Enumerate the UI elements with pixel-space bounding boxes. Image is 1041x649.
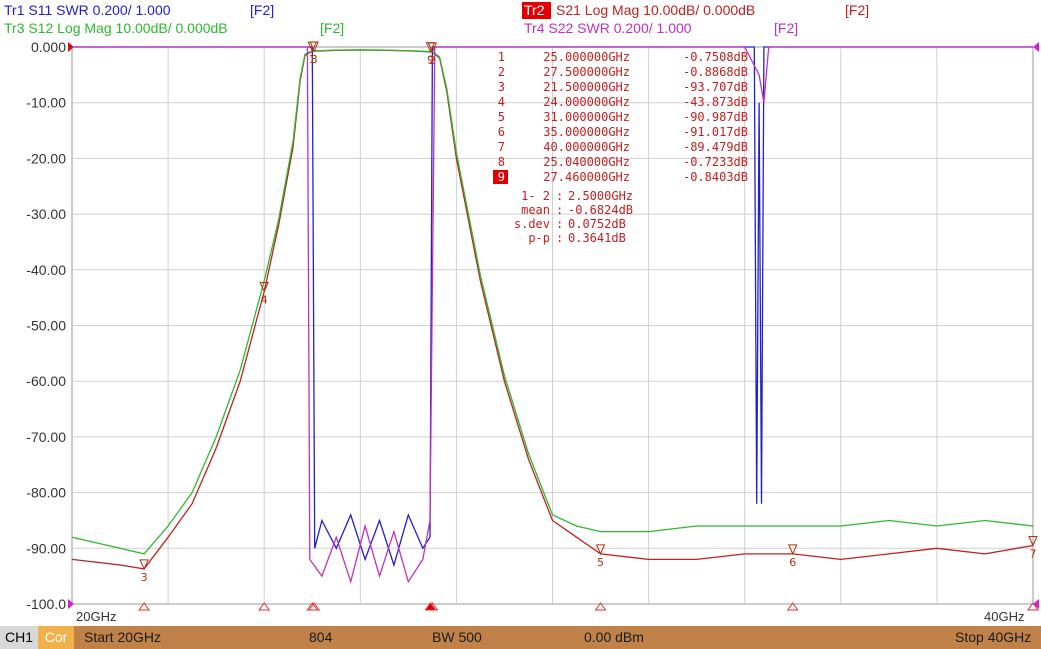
marker-table-frequency: 24.000000GHz: [543, 95, 630, 109]
x-stop-label: 40GHz: [984, 609, 1024, 624]
marker-7-label: 7: [1030, 548, 1037, 561]
y-tick-label: -40.00: [26, 262, 66, 278]
marker-5-label: 5: [597, 556, 604, 569]
marker-table-number[interactable]: 7: [498, 140, 505, 154]
trace2-softkey[interactable]: [F2]: [845, 2, 869, 18]
trace2-sublabel[interactable]: S21 Log Mag 10.00dB/ 0.000dB: [556, 2, 755, 18]
marker-table-frequency: 21.500000GHz: [543, 80, 630, 94]
marker-table-value: -93.707dB: [683, 80, 748, 94]
marker-table-value: -43.873dB: [683, 95, 748, 109]
trace3-label[interactable]: Tr3 S12 Log Mag 10.00dB/ 0.000dB: [4, 20, 228, 36]
marker-table-value: -0.8403dB: [683, 170, 748, 184]
reference-pointer-right: [1033, 42, 1039, 52]
marker-table-number[interactable]: 5: [498, 110, 505, 124]
stats-label: p-p: [528, 231, 550, 245]
reference-pointer-left-bottom: [68, 599, 74, 609]
y-tick-label: -60.00: [26, 373, 66, 389]
x-start-label: 20GHz: [76, 609, 116, 624]
vna-chart: Tr1 S11 SWR 0.200/ 1.000 [F2] Tr3 S12 Lo…: [4, 2, 1039, 624]
stats-separator: :: [556, 217, 563, 231]
stats-separator: :: [556, 203, 563, 217]
stats-value: 0.3641dB: [568, 231, 626, 245]
y-tick-label: -20.00: [26, 150, 66, 166]
marker-9-label: 9: [427, 54, 434, 67]
marker-table-frequency: 31.000000GHz: [543, 110, 630, 124]
marker-table-number[interactable]: 6: [498, 125, 505, 139]
marker-table-frequency: 25.000000GHz: [543, 50, 630, 64]
source-power[interactable]: 0.00 dBm: [584, 629, 644, 645]
marker-8-label: 8: [311, 53, 318, 66]
marker-6-glyph[interactable]: [787, 544, 798, 556]
y-tick-label: -70.00: [26, 429, 66, 445]
y-tick-label: -80.00: [26, 485, 66, 501]
marker-3-label: 3: [141, 571, 148, 584]
stop-frequency[interactable]: Stop 40GHz: [955, 629, 1031, 645]
y-tick-label: -100.0: [26, 596, 66, 612]
marker-table-value: -0.7508dB: [683, 50, 748, 64]
y-tick-label: -30.00: [26, 206, 66, 222]
marker-table-number[interactable]: 8: [498, 155, 505, 169]
channel-tag[interactable]: CH1: [0, 626, 38, 649]
marker-table-frequency: 27.500000GHz: [543, 65, 630, 79]
marker-table-value: -0.7233dB: [683, 155, 748, 169]
stats-label: mean: [521, 203, 550, 217]
marker-table-number[interactable]: 3: [498, 80, 505, 94]
marker-table-frequency: 27.460000GHz: [543, 170, 630, 184]
stats-separator: :: [556, 231, 563, 245]
stats-value: 2.5000GHz: [568, 189, 633, 203]
trace1-softkey[interactable]: [F2]: [250, 2, 274, 18]
marker-table-number[interactable]: 2: [498, 65, 505, 79]
marker-table-frequency: 25.040000GHz: [543, 155, 630, 169]
stats-value: 0.0752dB: [568, 217, 626, 231]
stats-label: s.dev: [514, 217, 550, 231]
marker-table-value: -0.8868dB: [683, 65, 748, 79]
marker-table-value: -91.017dB: [683, 125, 748, 139]
stats-value: -0.6824dB: [568, 203, 633, 217]
marker-table-number[interactable]: 9: [498, 170, 505, 184]
y-tick-label: -90.00: [26, 540, 66, 556]
marker-6-label: 6: [789, 556, 796, 569]
y-tick-label: 0.000: [31, 39, 66, 55]
marker-table-frequency: 40.000000GHz: [543, 140, 630, 154]
correction-tag[interactable]: Cor: [38, 626, 74, 649]
marker-table-number[interactable]: 1: [498, 50, 505, 64]
sweep-points[interactable]: 804: [309, 629, 332, 645]
marker-table-frequency: 35.000000GHz: [543, 125, 630, 139]
trace2-label[interactable]: Tr2: [524, 2, 545, 18]
status-bar: CH1 Cor Start 20GHz 804 BW 500 0.00 dBm …: [0, 626, 1041, 649]
marker-table: 1 25.000000GHz -0.7508dB 2 27.500000GHz -0.88…: [493, 50, 748, 245]
trace1-label[interactable]: Tr1 S11 SWR 0.200/ 1.000: [4, 2, 171, 18]
marker-table-value: -89.479dB: [683, 140, 748, 154]
y-tick-label: -50.00: [26, 318, 66, 334]
stats-label: 1- 2: [521, 189, 550, 203]
if-bandwidth[interactable]: BW 500: [432, 629, 482, 645]
marker-table-number[interactable]: 4: [498, 95, 505, 109]
marker-table-value: -90.987dB: [683, 110, 748, 124]
y-tick-label: -10.00: [26, 95, 66, 111]
trace4-label[interactable]: Tr4 S22 SWR 0.200/ 1.000: [524, 20, 692, 36]
trace4-softkey[interactable]: [F2]: [774, 20, 798, 36]
start-frequency[interactable]: Start 20GHz: [84, 629, 161, 645]
stats-separator: :: [556, 189, 563, 203]
trace3-softkey[interactable]: [F2]: [320, 20, 344, 36]
marker-4-label: 4: [261, 294, 268, 307]
